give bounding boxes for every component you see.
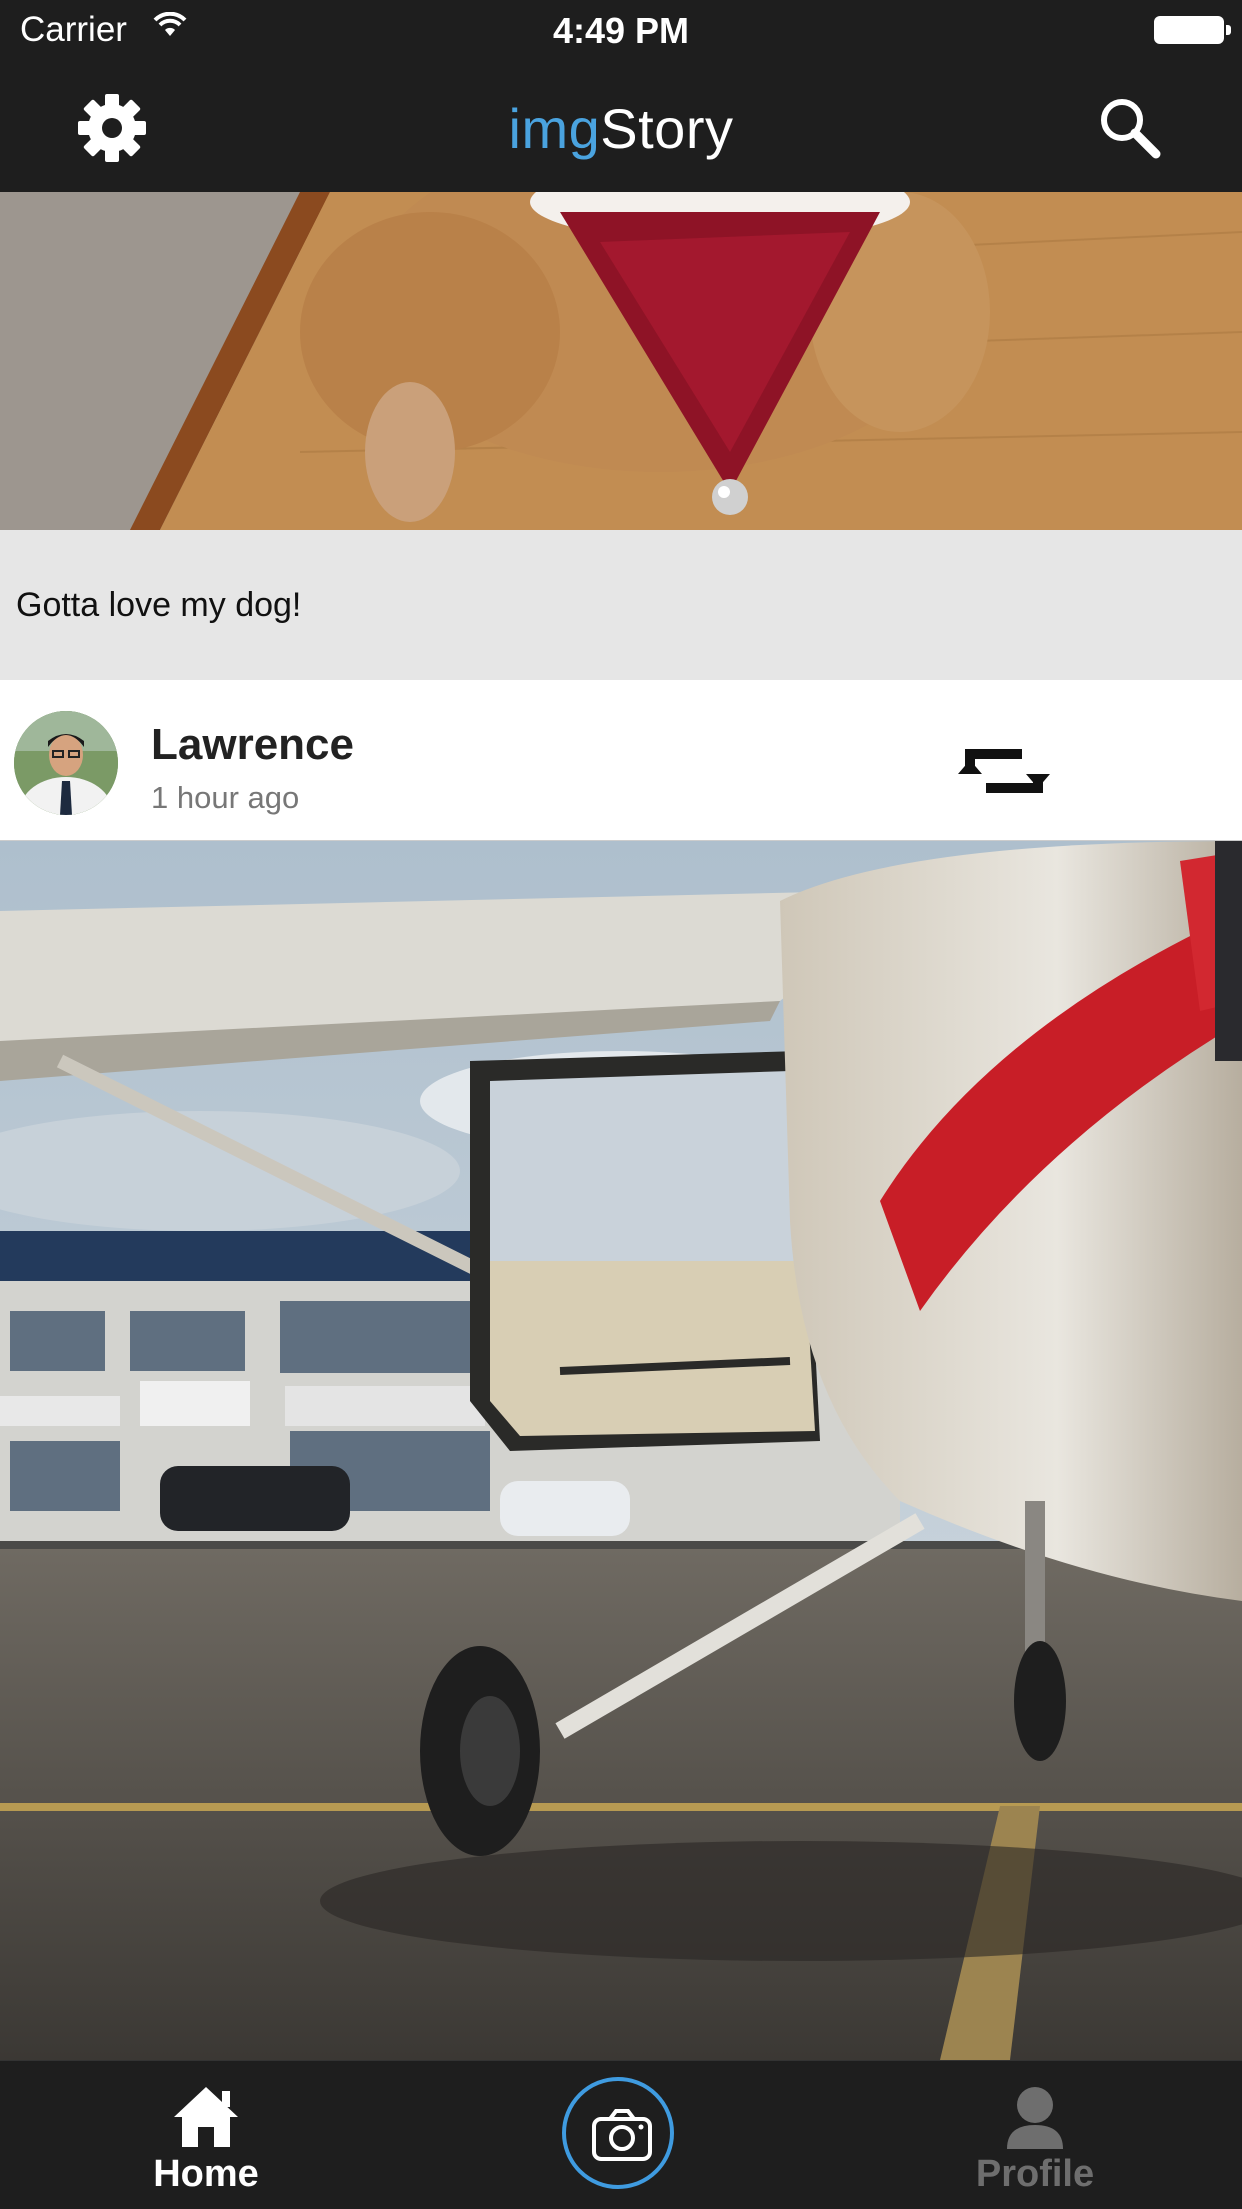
app-header: imgStory (0, 60, 1242, 192)
battery-icon (1154, 16, 1231, 44)
post-photo-dog[interactable] (0, 192, 1242, 532)
search-icon (1101, 99, 1161, 159)
app-title-rest: Story (600, 97, 734, 160)
caption-text: Gotta love my dog! (16, 586, 302, 624)
post-username[interactable]: Lawrence (151, 720, 354, 770)
search-button[interactable] (1092, 90, 1168, 166)
avatar[interactable] (14, 711, 118, 815)
camera-icon (592, 2109, 652, 2161)
post-caption: Gotta love my dog! (0, 530, 1242, 680)
status-bar: Carrier 4:49 PM (0, 0, 1242, 60)
app-title: imgStory (0, 96, 1242, 161)
tab-home[interactable]: Home (86, 2061, 326, 2209)
repost-icon (958, 749, 1050, 793)
camera-button[interactable] (562, 2077, 674, 2189)
post-header: Lawrence 1 hour ago (0, 680, 1242, 841)
repost-button[interactable] (958, 740, 1050, 802)
app-title-accent: img (508, 97, 601, 160)
post-timestamp: 1 hour ago (151, 780, 300, 815)
home-icon (174, 2087, 238, 2147)
post-photo-plane[interactable] (0, 841, 1242, 2060)
tab-profile[interactable]: Profile (915, 2061, 1155, 2209)
clock: 4:49 PM (552, 10, 690, 51)
tab-profile-label: Profile (975, 2153, 1095, 2195)
tab-bar: Home Profile (0, 2060, 1242, 2209)
profile-icon (1007, 2087, 1063, 2149)
tab-home-label: Home (153, 2153, 259, 2195)
